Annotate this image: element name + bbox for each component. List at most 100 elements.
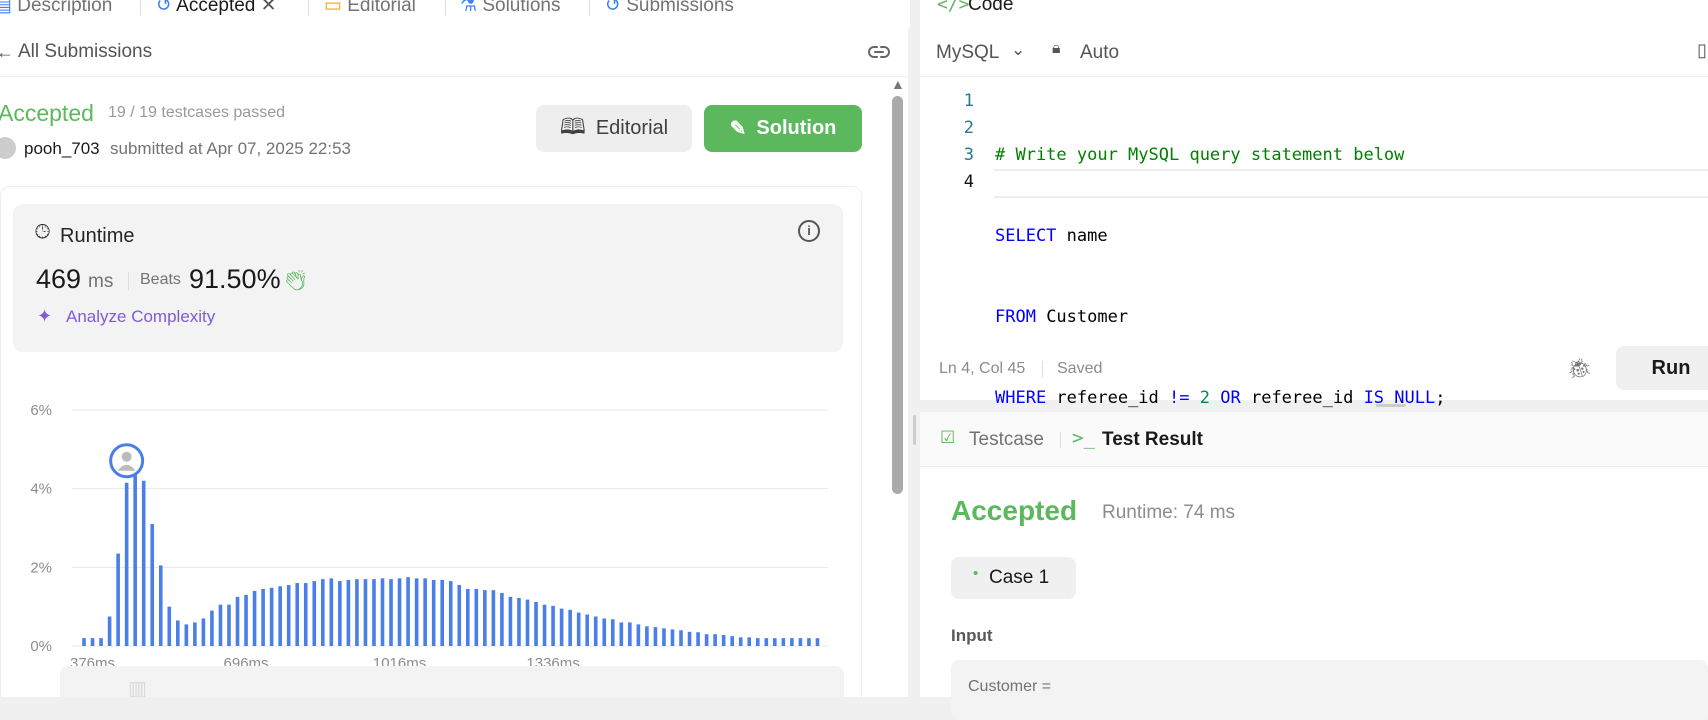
tab-description[interactable]: ▤ Description	[0, 0, 112, 17]
chart-bar	[133, 465, 137, 646]
info-icon[interactable]: i	[798, 220, 820, 242]
chart-bar	[619, 622, 624, 646]
scrollbar-thumb[interactable]	[892, 96, 903, 494]
chart-bar	[730, 636, 734, 646]
language-select[interactable]: MySQL	[936, 42, 999, 64]
tab-accepted[interactable]: ↺ Accepted ✕	[156, 0, 277, 17]
tab-divider	[589, 0, 590, 16]
y-tick-label: 4%	[30, 481, 52, 498]
chart-bar	[704, 634, 709, 646]
submission-status: Accepted	[0, 100, 94, 126]
line-number: 2	[963, 118, 974, 138]
analyze-complexity-link[interactable]: Analyze Complexity	[66, 307, 215, 327]
chart-bar	[440, 579, 445, 646]
chart-bar	[636, 624, 641, 646]
case-label: Case 1	[989, 567, 1050, 588]
run-button[interactable]: Run	[1616, 346, 1708, 390]
all-submissions-link[interactable]: All Submissions	[18, 41, 152, 63]
chart-bar	[457, 585, 462, 646]
history-icon: ↺	[605, 0, 621, 16]
input-box: Customer =	[951, 660, 1708, 720]
chart-bar	[158, 565, 163, 646]
scroll-up-arrow[interactable]: ▲	[891, 76, 905, 92]
chart-bar	[167, 606, 172, 646]
chart-bar	[508, 596, 513, 646]
link-icon[interactable]	[866, 41, 892, 61]
tab-solutions[interactable]: ⚗ Solutions	[460, 0, 561, 17]
debug-icon[interactable]: 🐞︎	[1567, 356, 1592, 381]
chart-bar	[585, 614, 589, 646]
editorial-button[interactable]: 🕮 Editorial	[536, 105, 692, 152]
chart-bar	[670, 629, 675, 646]
description-icon: ▤	[0, 0, 12, 16]
chart-bar	[679, 630, 683, 646]
scrollbar[interactable]: ▲	[888, 76, 908, 697]
keyword-token: FROM	[995, 307, 1036, 327]
submitted-timestamp: submitted at Apr 07, 2025 22:53	[110, 139, 352, 158]
chart-bar	[210, 610, 214, 646]
back-arrow-icon[interactable]: ←	[0, 42, 14, 63]
sparkle-icon: ✦	[37, 306, 53, 326]
runtime-title: Runtime	[60, 225, 135, 247]
tab-divider	[308, 0, 309, 16]
chart-bar	[542, 604, 547, 646]
username[interactable]: pooh_703	[24, 139, 100, 159]
chart-bar	[90, 638, 95, 646]
panel-resize-handle[interactable]	[1376, 404, 1406, 407]
history-icon: ↺	[156, 0, 172, 16]
chart-bar	[278, 586, 282, 646]
code-line: WHERE referee_id != 2 OR referee_id IS N…	[995, 385, 1445, 412]
panel-resize-handle[interactable]	[913, 415, 916, 445]
result-tab-bar: ☑ Testcase >_ Test Result	[920, 412, 1708, 467]
comment-token: # Write your MySQL query statement below	[995, 145, 1405, 165]
chart-bar	[414, 578, 419, 646]
chart-bar	[252, 590, 257, 646]
chevron-down-icon[interactable]: ⌄	[1011, 40, 1025, 60]
chart-bar	[602, 618, 607, 646]
checkbox-icon: ☑	[940, 428, 956, 447]
chart-bar	[807, 638, 811, 646]
text-token: ;	[1435, 388, 1446, 408]
memory-box[interactable]	[60, 666, 844, 697]
lock-icon: 🔒︎	[1052, 40, 1061, 57]
runtime-distribution-chart[interactable]: 6%4%2%0%376ms 696ms 1016ms 1336ms	[0, 368, 840, 688]
y-tick-label: 6%	[30, 402, 52, 419]
runtime-box[interactable]: 🕒︎ Runtime i 469 ms Beats 91.50% 👏︎ ✦ An…	[13, 204, 843, 352]
result-runtime: Runtime: 74 ms	[1102, 502, 1236, 523]
tab-testcase[interactable]: Testcase	[969, 429, 1044, 451]
pass-dot-icon: •	[973, 565, 979, 582]
chart-bar	[107, 616, 112, 646]
chart-bar	[790, 638, 794, 646]
tab-test-result[interactable]: Test Result	[1102, 429, 1203, 451]
chart-bar	[116, 553, 120, 646]
close-tab-icon[interactable]: ✕	[261, 0, 277, 16]
tab-submissions[interactable]: ↺ Submissions	[605, 0, 734, 17]
solution-button[interactable]: ✎ Solution	[704, 105, 862, 152]
tab-editorial[interactable]: ▭ Editorial	[324, 0, 416, 17]
chart-bar	[124, 482, 129, 646]
chart-bar	[346, 579, 351, 646]
edit-icon: ✎	[729, 118, 747, 140]
bookmark-icon[interactable]: ▯	[1697, 40, 1707, 61]
keyword-token: SELECT	[995, 226, 1057, 246]
keyword-token: WHERE	[995, 388, 1047, 408]
case-1-tab[interactable]: • Case 1	[951, 557, 1076, 599]
testcases-passed: 19 / 19 testcases passed	[108, 104, 285, 121]
chart-bar	[738, 637, 743, 646]
chart-bar	[201, 618, 206, 646]
chart-bar	[141, 480, 146, 646]
chart-bar	[431, 579, 436, 646]
editor-toolbar: MySQL ⌄ 🔒︎ Auto ▯	[920, 28, 1708, 77]
user-avatar	[0, 137, 16, 159]
chart-bar	[303, 583, 308, 646]
chart-bar	[798, 638, 803, 646]
operator-token: !=	[1169, 388, 1190, 408]
runtime-unit: ms	[88, 271, 114, 292]
chart-bar	[286, 585, 291, 646]
chart-bar	[593, 616, 598, 646]
auto-label[interactable]: Auto	[1080, 42, 1119, 64]
chart-bar	[82, 638, 86, 646]
chart-bar	[755, 638, 760, 646]
chart-bar	[645, 626, 649, 646]
test-result-panel: ☑ Testcase >_ Test Result Accepted Runti…	[920, 412, 1708, 720]
